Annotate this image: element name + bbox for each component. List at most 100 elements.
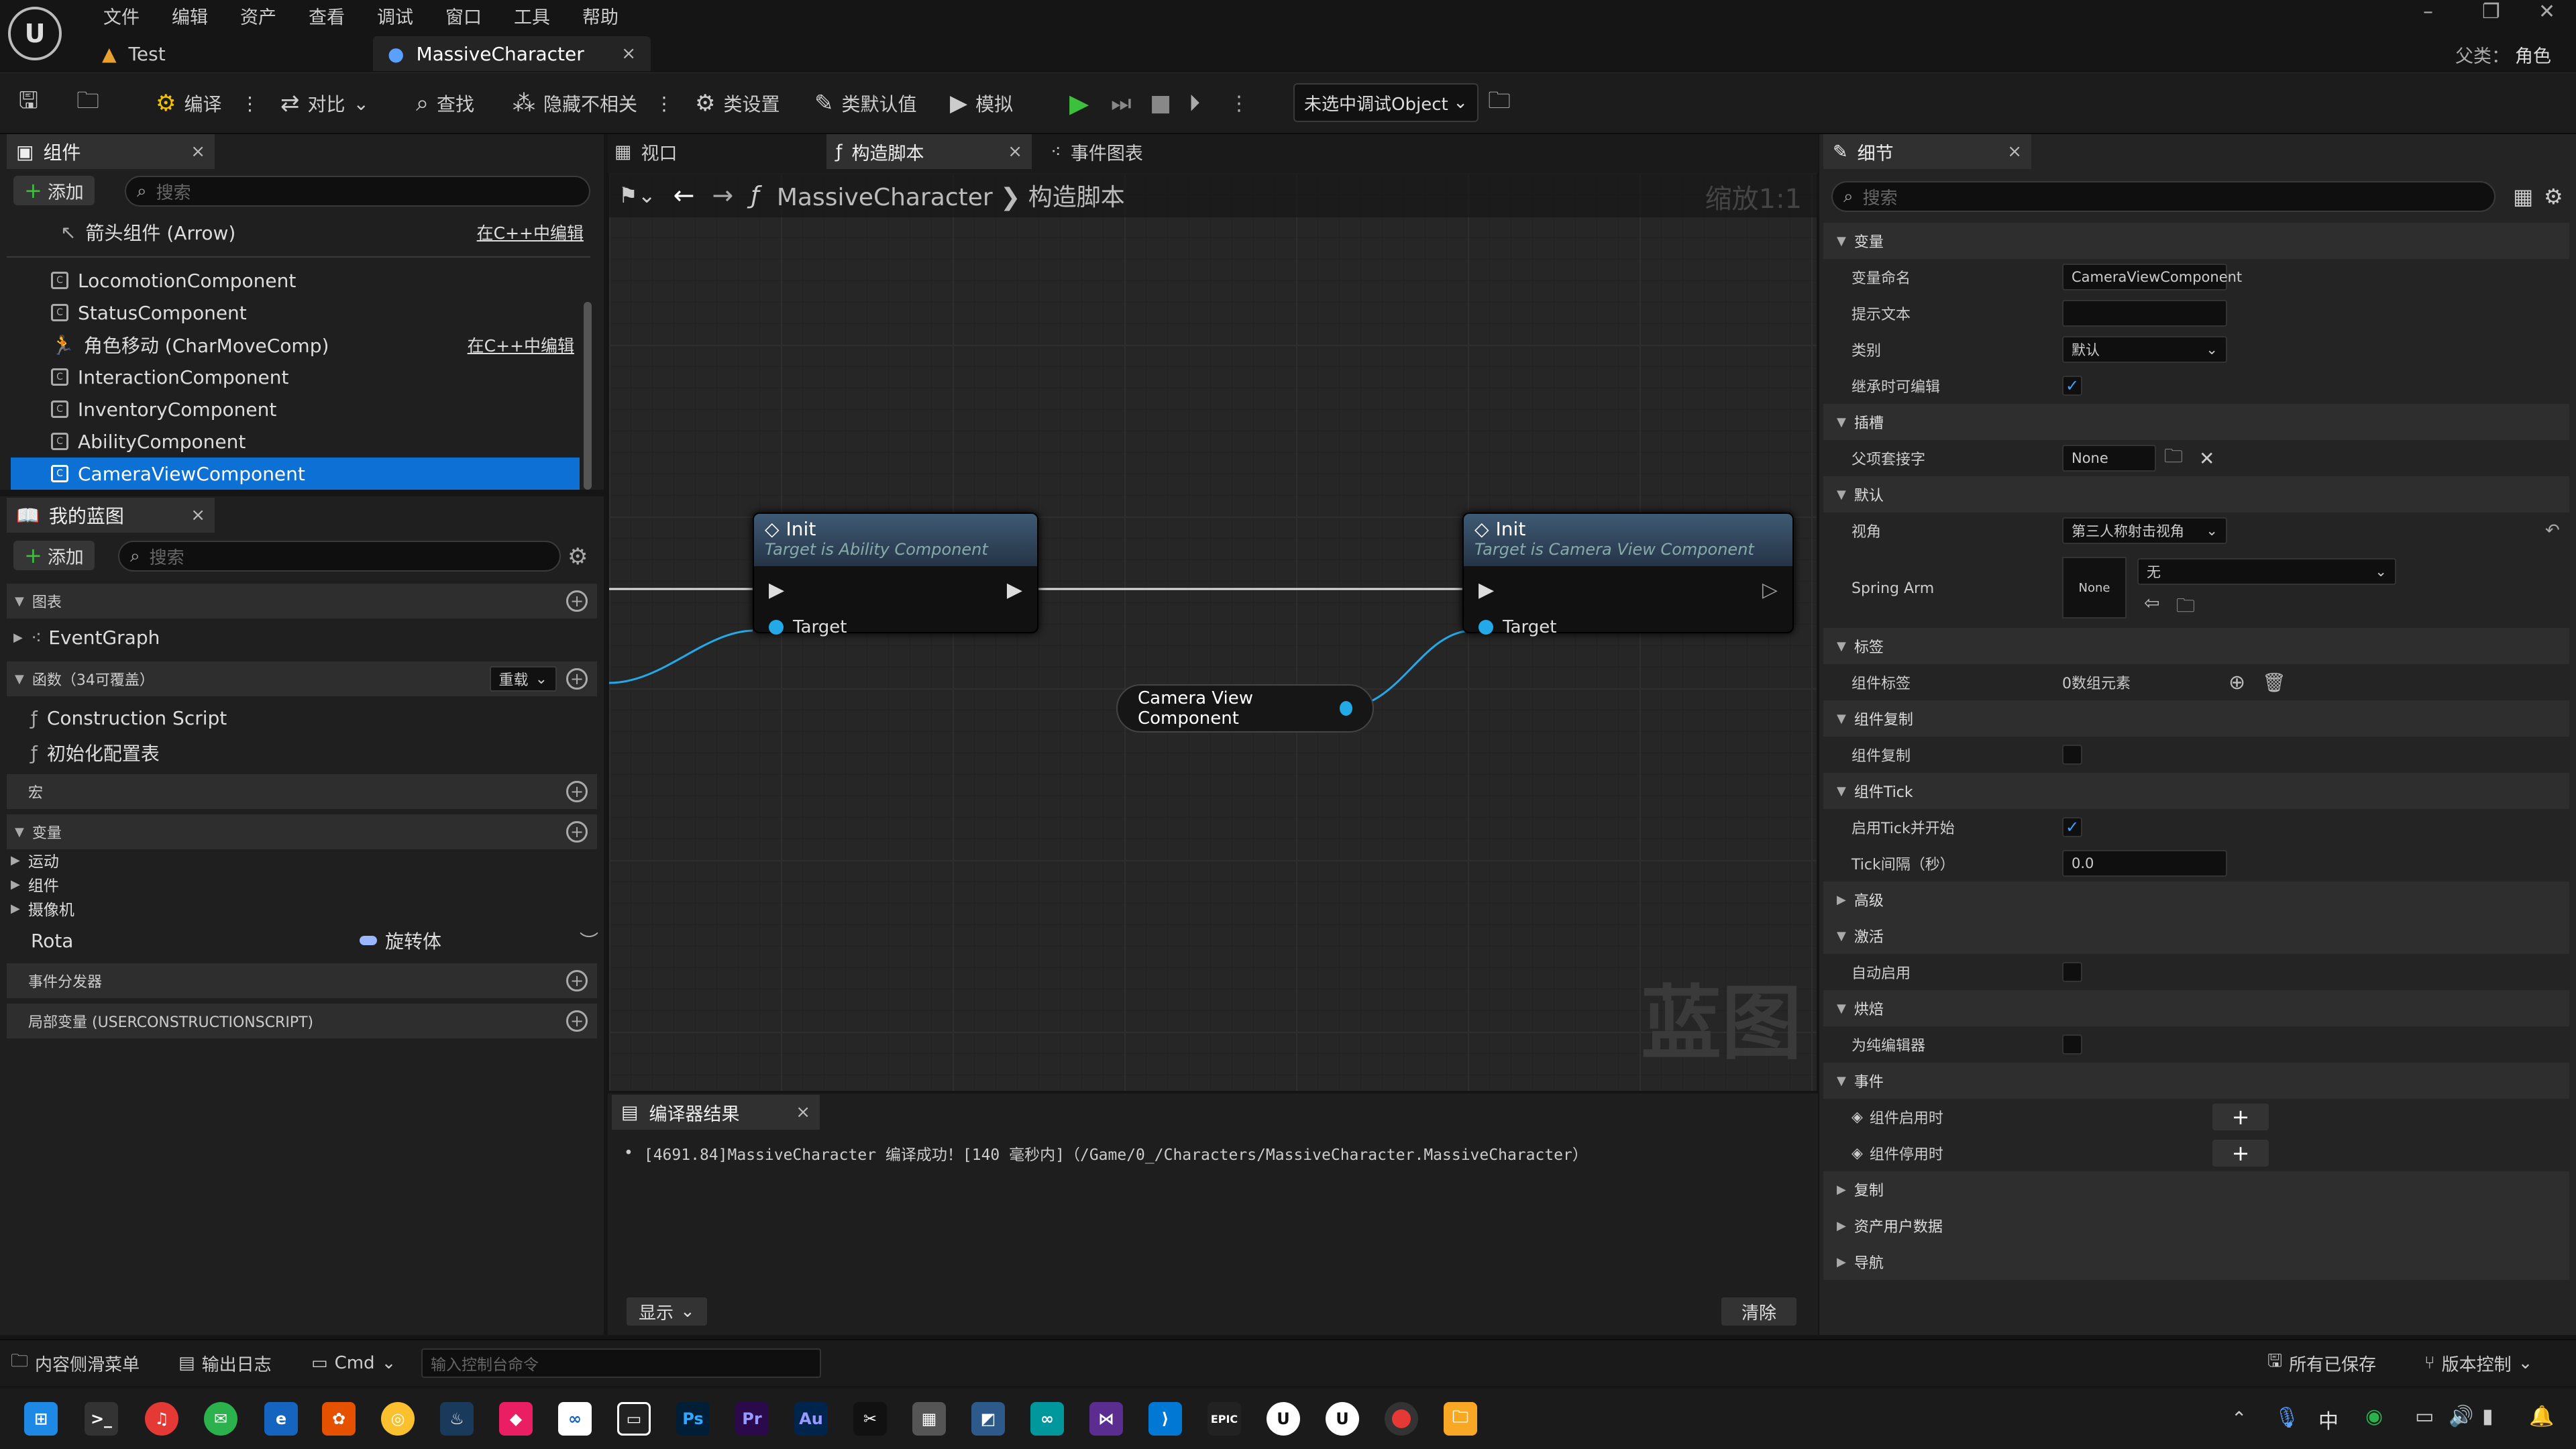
vscode-icon[interactable]: ⟩ — [1148, 1402, 1182, 1436]
edit-in-cpp-link[interactable]: 在C++中编辑 — [477, 220, 584, 244]
console-command-input[interactable]: 输入控制台命令 — [421, 1348, 821, 1378]
steam-icon[interactable]: ♨ — [440, 1402, 474, 1436]
details-category-events[interactable]: ▼ 事件 — [1823, 1063, 2569, 1099]
output-pin-dot[interactable] — [1339, 701, 1352, 716]
output-log-button[interactable]: ▤ 输出日志 — [178, 1344, 272, 1382]
components-search-input[interactable]: ⌕ 搜索 — [125, 176, 590, 207]
add-function-icon[interactable]: + — [566, 668, 588, 690]
tab-viewport[interactable]: ▦ 视口 — [614, 134, 678, 169]
editor-only-checkbox[interactable] — [2062, 1034, 2082, 1055]
component-item-interaction[interactable]: C InteractionComponent — [51, 361, 574, 393]
local-variables-section[interactable]: 局部变量 (USERCONSTRUCTIONSCRIPT) + — [7, 1004, 597, 1038]
camera-view-component-getter[interactable]: Camera View Component — [1116, 684, 1374, 733]
arduino-icon[interactable]: ∞ — [1030, 1402, 1064, 1436]
compiler-results-tab[interactable]: ▤ 编译器结果 × — [612, 1095, 820, 1130]
browse-icon[interactable]: 🗀 — [76, 72, 99, 134]
butterfly-app-icon[interactable]: ✿ — [322, 1402, 356, 1436]
add-variable-icon[interactable]: + — [566, 821, 588, 843]
unreal-editor-icon[interactable]: U — [1326, 1402, 1359, 1436]
microphone-icon[interactable]: 🎙 — [2274, 1406, 2300, 1430]
variable-group-movement[interactable]: ▶ 运动 — [11, 848, 59, 872]
close-tab-icon[interactable]: × — [1008, 142, 1022, 162]
close-tab-icon[interactable]: × — [621, 44, 636, 64]
battery-icon[interactable]: ▮ — [2482, 1405, 2493, 1428]
details-category-activation[interactable]: ▼ 激活 — [1823, 918, 2569, 954]
netease-music-icon[interactable]: ♫ — [145, 1402, 178, 1436]
variable-name-field[interactable]: CameraViewComponent — [2062, 264, 2242, 290]
reset-to-default-icon[interactable]: ↶ — [2545, 521, 2560, 541]
chrome-icon[interactable]: ◎ — [381, 1402, 415, 1436]
class-settings-button[interactable]: ⚙ 类设置 — [695, 72, 780, 134]
tab-construction-script[interactable]: ƒ 构造脚本 × — [826, 134, 1032, 169]
tab-test[interactable]: ▲ Test — [87, 36, 369, 71]
compile-button[interactable]: ⚙ 编译 ⋮ — [156, 72, 260, 134]
components-tab[interactable]: ▣ 组件 × — [7, 134, 215, 169]
find-button[interactable]: ⌕ 查找 — [416, 72, 474, 134]
details-tab[interactable]: ✎ 细节 × — [1823, 134, 2031, 169]
file-explorer-icon[interactable]: 🗀 — [1444, 1402, 1477, 1436]
network-icon[interactable]: ▭ — [2415, 1405, 2434, 1428]
details-search-input[interactable]: ⌕ 搜索 — [1831, 181, 2496, 212]
visibility-eye-icon[interactable]: ︶ — [580, 927, 598, 954]
details-category-variable[interactable]: ▼ 变量 — [1823, 223, 2569, 259]
clear-socket-icon[interactable]: ✕ — [2199, 447, 2214, 470]
add-local-variable-icon[interactable]: + — [566, 1010, 588, 1032]
ime-indicator[interactable]: 中 — [2318, 1405, 2339, 1434]
browse-asset-icon[interactable]: 🗀 — [2176, 592, 2195, 624]
close-components-icon[interactable]: × — [191, 142, 205, 162]
close-my-blueprint-icon[interactable]: × — [191, 505, 205, 525]
component-item-inventory[interactable]: C InventoryComponent — [51, 393, 574, 425]
exec-out-pin[interactable]: ▷ — [1762, 578, 1778, 602]
functions-section[interactable]: ▼ 函数（34可覆盖） 重载 ⌄ + — [7, 661, 597, 696]
restore-icon[interactable]: ❐ — [2482, 0, 2500, 23]
details-category-default[interactable]: ▼ 默认 — [1823, 476, 2569, 513]
capcut-icon[interactable]: ✂ — [853, 1402, 887, 1436]
obs-record-icon[interactable] — [1385, 1402, 1418, 1436]
windows-start-icon[interactable]: ⊞ — [24, 1402, 58, 1436]
details-category-sockets[interactable]: ▼ 插槽 — [1823, 404, 2569, 440]
add-dispatcher-icon[interactable]: + — [566, 970, 588, 991]
blender-icon[interactable]: ◩ — [971, 1402, 1005, 1436]
view-mode-dropdown[interactable]: 第三人称射击视角 ⌄ — [2062, 517, 2227, 544]
macros-section[interactable]: 宏 + — [7, 774, 597, 809]
eject-icon[interactable]: ⏵ — [1189, 72, 1200, 134]
epic-games-icon[interactable]: EPIC — [1208, 1402, 1241, 1436]
photoshop-icon[interactable]: Ps — [676, 1402, 710, 1436]
variables-section[interactable]: ▼ 变量 + — [7, 814, 597, 849]
browse-socket-icon[interactable]: 🗀 — [2164, 442, 2183, 474]
components-scrollbar[interactable] — [584, 302, 592, 490]
editable-checkbox[interactable]: ✓ — [2062, 376, 2082, 396]
details-category-advanced[interactable]: ▶ 高级 — [1823, 881, 2569, 918]
details-category-tags[interactable]: ▼ 标签 — [1823, 628, 2569, 664]
media-app-icon[interactable]: ▭ — [617, 1402, 651, 1436]
my-blueprint-search-input[interactable]: ⌕ 搜索 — [118, 541, 561, 572]
add-component-button[interactable]: + 添加 — [13, 176, 95, 205]
tab-event-graph[interactable]: ⁖ 事件图表 — [1051, 134, 1143, 169]
source-control-button[interactable]: ⑂ 版本控制 ⌄ — [2424, 1344, 2532, 1382]
use-selected-icon[interactable]: ⇦ — [2144, 592, 2159, 614]
table-view-icon[interactable]: ▦ — [2513, 184, 2533, 209]
hide-unrelated-button[interactable]: ⁂ 隐藏不相关 ⋮ — [513, 72, 674, 134]
visual-studio-icon[interactable]: ⋈ — [1089, 1402, 1123, 1436]
audition-icon[interactable]: Au — [794, 1402, 828, 1436]
debug-object-select[interactable]: 未选中调试Object ⌄ — [1293, 83, 1479, 122]
component-item-status[interactable]: C StatusComponent — [51, 297, 574, 329]
close-details-icon[interactable]: × — [2007, 142, 2022, 162]
menu-asset[interactable]: 资产 — [224, 0, 292, 31]
variable-group-components[interactable]: ▶ 组件 — [11, 872, 59, 896]
save-icon[interactable]: 🖫 — [19, 72, 38, 134]
delete-trash-icon[interactable]: 🗑 — [2262, 672, 2286, 694]
meta-icon[interactable]: ∞ — [558, 1402, 592, 1436]
chevron-up-icon[interactable]: ⌃ — [2231, 1407, 2247, 1430]
clear-button[interactable]: 清除 — [1721, 1297, 1797, 1326]
tab-massive-character[interactable]: ● MassiveCharacter × — [373, 36, 651, 71]
arrow-component-row[interactable]: ↖ 箭头组件 (Arrow) 在C++中编辑 — [60, 216, 584, 248]
details-category-replication[interactable]: ▼ 组件复制 — [1823, 700, 2569, 737]
diff-button[interactable]: ⇄ 对比 ⌄ — [280, 72, 369, 134]
details-category-asset-user-data[interactable]: ▶ 资产用户数据 — [1823, 1208, 2569, 1244]
menu-debug[interactable]: 调试 — [361, 0, 429, 31]
play-options-icon[interactable]: ⋮ — [1229, 72, 1249, 134]
edit-in-cpp-link[interactable]: 在C++中编辑 — [468, 333, 574, 357]
details-category-navigation[interactable]: ▶ 导航 — [1823, 1244, 2569, 1280]
cmd-dropdown[interactable]: ▭ Cmd ⌄ — [311, 1344, 396, 1382]
